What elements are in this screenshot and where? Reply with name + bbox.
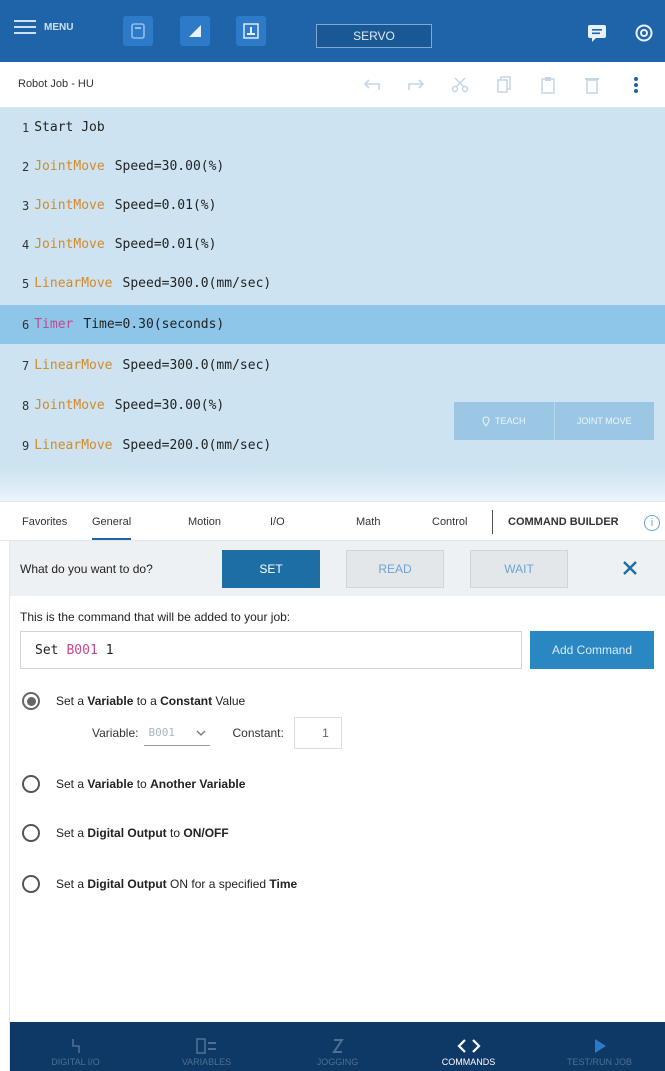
message-icon[interactable]	[584, 22, 610, 44]
nav-test-run-job[interactable]: TEST/RUN JOB	[534, 1022, 665, 1071]
program-fade	[0, 468, 665, 501]
tab-general[interactable]: General	[92, 516, 132, 540]
radio-button[interactable]	[22, 692, 40, 710]
job-line[interactable]: 5 LinearMove Speed=300.0(mm/sec)	[0, 264, 665, 303]
user-icon[interactable]	[236, 16, 266, 46]
constant-label: Constant:	[232, 726, 284, 740]
command-preview: Set B001 1	[20, 631, 522, 669]
hamburger-icon	[14, 20, 36, 34]
job-program-list: 1 Start Job 2 JointMove Speed=30.00(%) 3…	[0, 108, 665, 468]
job-line[interactable]: 7 LinearMove Speed=300.0(mm/sec)	[0, 346, 665, 385]
variable-constant-row: Variable: B001 Constant: 1	[92, 717, 342, 749]
job-icon[interactable]	[123, 16, 153, 46]
top-app-bar: MENU SERVO	[0, 0, 665, 62]
job-line[interactable]: 4 JointMove Speed=0.01(%)	[0, 225, 665, 264]
cut-icon[interactable]	[449, 74, 471, 96]
tab-math[interactable]: Math	[356, 516, 380, 528]
info-icon[interactable]: i	[644, 515, 660, 531]
option-variable-to-variable[interactable]: Set a Variable to Another Variable	[22, 775, 245, 793]
variables-icon	[195, 1038, 216, 1054]
nav-jogging[interactable]: JOGGING	[272, 1022, 403, 1071]
option-digital-output-timed[interactable]: Set a Digital Output ON for a specified …	[22, 875, 297, 893]
menu-button[interactable]: MENU	[14, 20, 73, 34]
copy-icon[interactable]	[493, 74, 515, 96]
delete-icon[interactable]	[581, 74, 603, 96]
action-choice-row: What do you want to do? SET READ WAIT	[0, 541, 665, 596]
chevron-down-icon	[197, 730, 206, 736]
radio-button[interactable]	[22, 875, 40, 893]
radio-button[interactable]	[22, 775, 40, 793]
variable-label: Variable:	[92, 726, 139, 740]
constant-input[interactable]: 1	[293, 717, 342, 749]
option-variable-to-constant[interactable]: Set a Variable to a Constant Value	[22, 692, 245, 710]
nav-variables[interactable]: VARIABLES	[141, 1022, 272, 1071]
read-button[interactable]: READ	[346, 550, 444, 588]
tab-command-builder[interactable]: COMMAND BUILDER	[508, 516, 619, 528]
tab-motion[interactable]: Motion	[188, 516, 221, 528]
location-pin-icon	[482, 415, 490, 427]
job-line[interactable]: 3 JointMove Speed=0.01(%)	[0, 186, 665, 225]
wait-button[interactable]: WAIT	[470, 550, 568, 588]
more-vertical-icon[interactable]	[625, 74, 647, 96]
command-category-tabs: Favorites General Motion I/O Math Contro…	[0, 501, 665, 541]
tab-favorites[interactable]: Favorites	[22, 516, 67, 528]
variable-select[interactable]: B001	[144, 720, 211, 746]
teach-pendant-icon[interactable]	[180, 16, 210, 46]
tab-divider	[492, 510, 493, 534]
teach-panel: TEACH JOINT MOVE	[454, 402, 654, 440]
command-caption: This is the command that will be added t…	[20, 610, 291, 624]
teach-button[interactable]: TEACH	[454, 402, 555, 440]
nav-digital-io[interactable]: DIGITAL I/O	[10, 1022, 141, 1071]
option-digital-output-onoff[interactable]: Set a Digital Output to ON/OFF	[22, 824, 229, 842]
paste-icon[interactable]	[537, 74, 559, 96]
job-title-bar: Robot Job - HU	[0, 62, 665, 108]
nav-commands[interactable]: COMMANDS	[403, 1022, 534, 1071]
menu-label: MENU	[44, 21, 74, 33]
tab-control[interactable]: Control	[432, 516, 467, 528]
action-question: What do you want to do?	[20, 562, 153, 576]
bottom-navigation: DIGITAL I/O VARIABLES JOGGING COMMANDS T…	[10, 1022, 665, 1071]
servo-button[interactable]: SERVO	[316, 24, 432, 48]
left-edge	[0, 541, 10, 1071]
undo-icon[interactable]	[361, 74, 383, 96]
connection-icon[interactable]	[632, 22, 656, 44]
job-line-selected[interactable]: 6 Timer Time=0.30(seconds)	[0, 305, 665, 344]
digital-io-icon	[71, 1039, 80, 1053]
close-icon[interactable]	[620, 558, 640, 578]
command-builder-panel: This is the command that will be added t…	[0, 596, 665, 1050]
code-brackets-icon	[456, 1039, 481, 1053]
radio-button[interactable]	[22, 824, 40, 842]
set-button[interactable]: SET	[222, 550, 320, 588]
job-line[interactable]: 2 JointMove Speed=30.00(%)	[0, 147, 665, 186]
tab-io[interactable]: I/O	[270, 516, 285, 528]
job-toolbar	[361, 74, 647, 96]
joint-move-button[interactable]: JOINT MOVE	[555, 402, 655, 440]
jogging-icon	[331, 1039, 344, 1053]
job-line[interactable]: 1 Start Job	[0, 108, 665, 147]
play-icon	[594, 1039, 606, 1053]
job-title: Robot Job - HU	[18, 78, 94, 90]
add-command-button[interactable]: Add Command	[530, 631, 654, 669]
redo-icon[interactable]	[405, 74, 427, 96]
